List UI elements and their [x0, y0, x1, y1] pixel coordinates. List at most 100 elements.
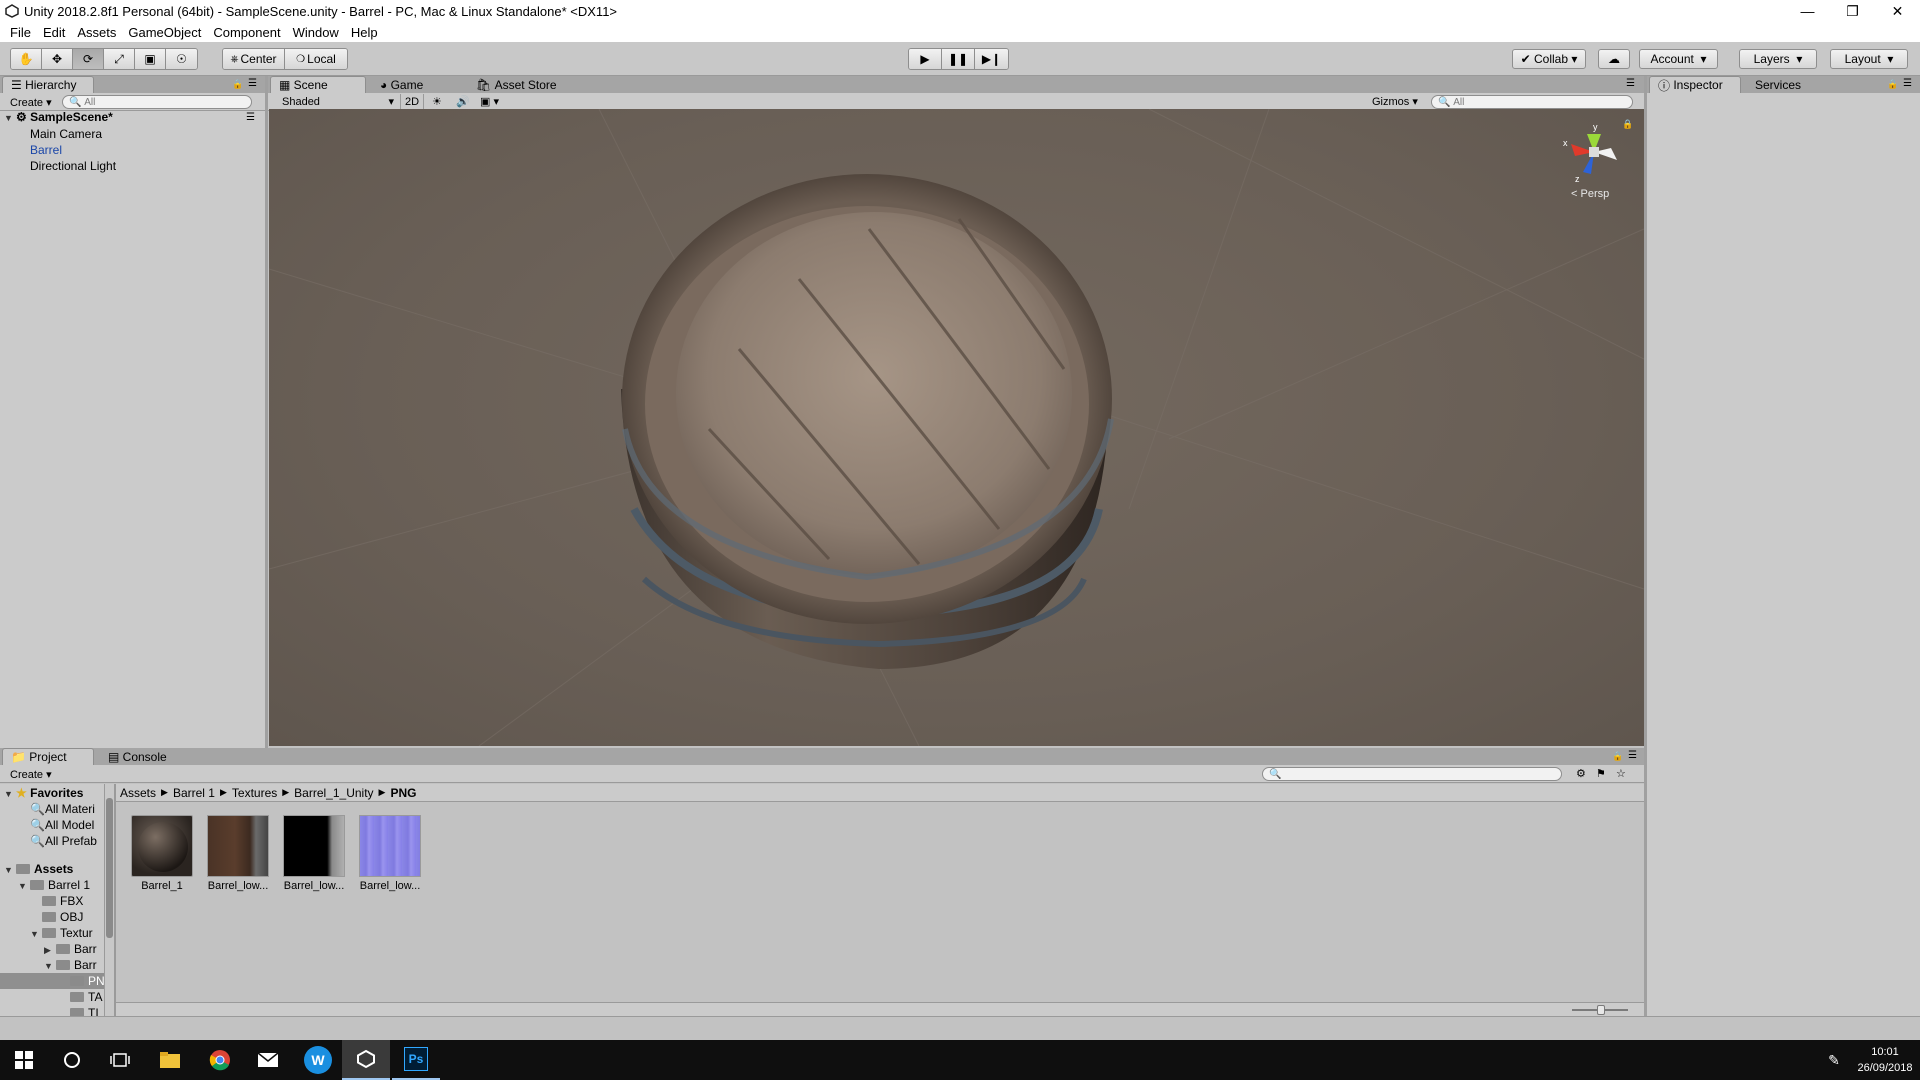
breadcrumb-item[interactable]: Assets	[120, 786, 156, 800]
tab-services[interactable]: Services	[1747, 76, 1817, 93]
scene-search-input[interactable]: 🔍 All	[1431, 95, 1633, 109]
inspector-lock-icon[interactable]: 🔒	[1887, 79, 1898, 90]
asset-label[interactable]: Barrel_low...	[276, 880, 352, 892]
folder-item[interactable]: ▼ Barrel 1	[18, 878, 90, 892]
project-create-button[interactable]: Create ▾	[6, 767, 56, 782]
scrollbar-thumb[interactable]	[106, 798, 113, 938]
tab-scene[interactable]: ▦ Scene	[270, 76, 366, 93]
menu-component[interactable]: Component	[207, 25, 286, 40]
shading-mode-dropdown[interactable]: Shaded ▾	[278, 94, 398, 109]
layers-dropdown[interactable]: Layers ▾	[1739, 49, 1817, 69]
folder-item[interactable]: TI	[70, 1006, 99, 1016]
pivot-local-button[interactable]: ❍ Local	[285, 49, 347, 69]
close-icon[interactable]: ✕	[1875, 0, 1920, 22]
lighting-toggle-icon[interactable]: ☀	[428, 94, 446, 109]
scene-root[interactable]: ▼ ⚙ SampleScene*	[4, 110, 113, 124]
hierarchy-item-barrel[interactable]: Barrel	[30, 143, 62, 157]
folder-item[interactable]: ▶ Barr	[44, 942, 97, 956]
breadcrumb-item[interactable]: Barrel 1	[173, 786, 215, 800]
tab-asset-store[interactable]: 🛍 Asset Store	[468, 76, 568, 93]
folder-item-selected[interactable]: PN	[70, 974, 105, 988]
pause-icon[interactable]: ❚❚	[942, 49, 975, 69]
file-explorer-icon[interactable]	[146, 1040, 194, 1080]
photoshop-icon[interactable]: Ps	[392, 1040, 440, 1080]
project-lock-icon[interactable]: 🔒	[1612, 751, 1623, 762]
project-menu-icon[interactable]: ☰	[1628, 750, 1637, 761]
scale-icon[interactable]: ⤢	[104, 49, 135, 69]
pivot-center-button[interactable]: ⎈ Center	[223, 49, 285, 69]
play-icon[interactable]: ▶	[909, 49, 942, 69]
audio-toggle-icon[interactable]: 🔊	[452, 94, 474, 109]
unity-hub-icon[interactable]: W	[294, 1040, 342, 1080]
folder-item[interactable]: OBJ	[42, 910, 83, 924]
menu-help[interactable]: Help	[345, 25, 384, 40]
asset-label[interactable]: Barrel_low...	[352, 880, 428, 892]
tab-game[interactable]: ◕ Game	[372, 76, 442, 93]
tree-scrollbar[interactable]	[104, 784, 114, 1016]
scene-panel-menu-icon[interactable]: ☰	[1626, 78, 1635, 89]
panel-menu-icon[interactable]: ☰	[248, 78, 257, 89]
folder-item[interactable]: TA	[70, 990, 102, 1004]
asset-thumbnail-material[interactable]	[131, 815, 193, 877]
zoom-slider-thumb[interactable]	[1597, 1005, 1605, 1015]
tab-inspector[interactable]: ⓘ Inspector	[1649, 76, 1741, 93]
scene-viewport[interactable]: y x z < Persp 🔒	[269, 109, 1644, 746]
hierarchy-search-input[interactable]: 🔍 All	[62, 95, 252, 109]
menu-edit[interactable]: Edit	[37, 25, 71, 40]
favorite-star-icon[interactable]: ☆	[1612, 766, 1630, 781]
pen-icon[interactable]: ✎	[1810, 1040, 1858, 1080]
breadcrumb-item[interactable]: Textures	[232, 786, 277, 800]
breadcrumb-item-current[interactable]: PNG	[390, 786, 416, 800]
filter-by-type-icon[interactable]: ⚙	[1572, 766, 1590, 781]
layout-dropdown[interactable]: Layout ▾	[1830, 49, 1908, 69]
rotate-icon[interactable]: ⟳	[73, 49, 104, 69]
favorites-section[interactable]: ▼ ★ Favorites	[4, 786, 83, 800]
projection-label[interactable]: < Persp	[1571, 188, 1609, 200]
filter-by-label-icon[interactable]: ⚑	[1592, 766, 1610, 781]
asset-thumbnail-normal[interactable]	[359, 815, 421, 877]
clock[interactable]: 10:01 26/09/2018	[1856, 1044, 1914, 1076]
asset-label[interactable]: Barrel_1	[124, 880, 200, 892]
tab-console[interactable]: ▤ Console	[100, 748, 180, 765]
account-button[interactable]: Account ▾	[1639, 49, 1718, 69]
gizmo-lock-icon[interactable]: 🔒	[1622, 119, 1633, 130]
transform-icon[interactable]: ☉	[166, 49, 197, 69]
mail-icon[interactable]	[244, 1040, 292, 1080]
asset-thumbnail-albedo[interactable]	[207, 815, 269, 877]
assets-root[interactable]: ▼ Assets	[4, 862, 73, 876]
restore-icon[interactable]: ❐	[1830, 0, 1875, 22]
asset-label[interactable]: Barrel_low...	[200, 880, 276, 892]
tab-project[interactable]: 📁 Project	[2, 748, 94, 765]
rect-icon[interactable]: ▣	[135, 49, 166, 69]
menu-file[interactable]: File	[4, 25, 37, 40]
gizmos-dropdown[interactable]: Gizmos ▾	[1368, 94, 1422, 109]
search-circle-icon[interactable]	[48, 1040, 96, 1080]
lock-icon[interactable]: 🔒	[232, 79, 243, 90]
step-icon[interactable]: ▶❙	[975, 49, 1008, 69]
favorite-item[interactable]: 🔍All Prefab	[30, 834, 97, 848]
hierarchy-item-directional-light[interactable]: Directional Light	[30, 159, 116, 173]
asset-thumbnail-metallic[interactable]	[283, 815, 345, 877]
folder-item[interactable]: ▼ Barr	[44, 958, 97, 972]
orientation-gizmo[interactable]: y x z < Persp	[1559, 122, 1629, 202]
hierarchy-create-button[interactable]: Create ▾	[6, 95, 56, 110]
inspector-menu-icon[interactable]: ☰	[1903, 78, 1912, 89]
favorite-item[interactable]: 🔍All Materi	[30, 802, 95, 816]
folder-item[interactable]: ▼ Textur	[30, 926, 93, 940]
collab-button[interactable]: ✔ Collab ▾	[1512, 49, 1586, 69]
favorite-item[interactable]: 🔍All Model	[30, 818, 94, 832]
menu-gameobject[interactable]: GameObject	[122, 25, 207, 40]
effects-dropdown-icon[interactable]: ▣ ▾	[476, 94, 503, 109]
unity-icon[interactable]	[342, 1040, 390, 1080]
task-view-icon[interactable]	[96, 1040, 144, 1080]
chrome-icon[interactable]	[196, 1040, 244, 1080]
hand-icon[interactable]: ✋	[11, 49, 42, 69]
breadcrumb-item[interactable]: Barrel_1_Unity	[294, 786, 373, 800]
hierarchy-item-main-camera[interactable]: Main Camera	[30, 127, 102, 141]
cloud-icon[interactable]: ☁	[1598, 49, 1630, 69]
project-search-input[interactable]: 🔍	[1262, 767, 1562, 781]
tab-hierarchy[interactable]: ☰ Hierarchy	[2, 76, 94, 93]
move-icon[interactable]: ✥	[42, 49, 73, 69]
windows-start-icon[interactable]	[0, 1040, 48, 1080]
menu-assets[interactable]: Assets	[71, 25, 122, 40]
